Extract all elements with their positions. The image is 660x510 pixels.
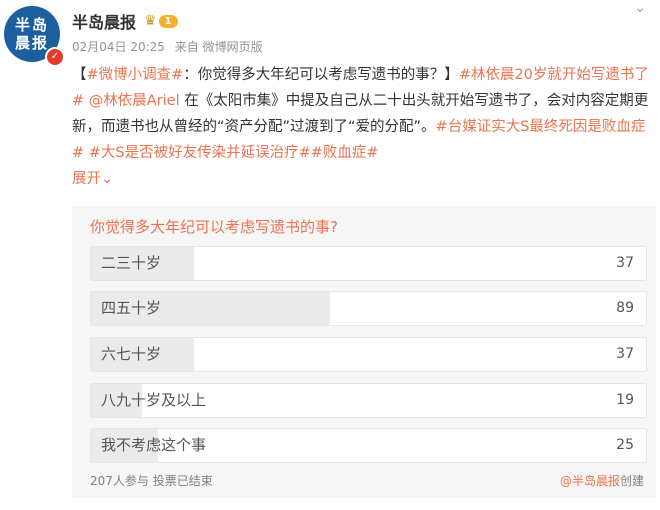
poll-option-count: 19 bbox=[616, 392, 634, 408]
hashtag-infection[interactable]: #大S是否被好友传染并延误治疗# bbox=[89, 145, 311, 161]
poll-option-label: 我不考虑这个事 bbox=[101, 436, 207, 454]
poll-option-label: 六七十岁 bbox=[101, 345, 162, 363]
mention-linyichen[interactable]: @林依晨Ariel bbox=[89, 93, 180, 109]
chevron-down-icon: ⌄ bbox=[101, 171, 114, 187]
expand-label: 展开 bbox=[72, 171, 101, 187]
author-row: 半岛晨报 ♛ 1 bbox=[72, 9, 178, 33]
poll-option-label: 八九十岁及以上 bbox=[101, 391, 207, 409]
poll-title: 你觉得多大年纪可以考虑写遗书的事? bbox=[90, 218, 338, 236]
crown-icon: ♛ bbox=[144, 13, 157, 29]
poll-option-count: 37 bbox=[616, 255, 634, 271]
poll-participants: 207人参与 bbox=[90, 474, 149, 488]
poll-status: 投票已结束 bbox=[152, 474, 213, 488]
poll-option-count: 25 bbox=[616, 437, 634, 453]
avatar-logo-text: 半岛晨报 bbox=[14, 16, 49, 52]
poll-option-label: 二三十岁 bbox=[101, 254, 162, 272]
expand-button[interactable]: 展开⌄ bbox=[72, 171, 113, 187]
content-question: ：你觉得多大年纪可以考虑写遗书的事？】 bbox=[183, 67, 459, 83]
hashtag-sepsis[interactable]: #败血症# bbox=[311, 145, 379, 161]
post-source: 来自 微博网页版 bbox=[174, 40, 263, 54]
poll-card: 你觉得多大年纪可以考虑写遗书的事? 二三十岁 37 四五十岁 89 六七十岁 3… bbox=[72, 206, 656, 498]
poll-creator-link[interactable]: @半岛晨报 bbox=[560, 474, 620, 488]
poll-option[interactable]: 六七十岁 37 bbox=[90, 337, 647, 372]
vip-badge[interactable]: ♛ 1 bbox=[144, 13, 178, 29]
hashtag-survey[interactable]: #微博小调查# bbox=[87, 67, 184, 83]
post-content: 【#微博小调查#：你觉得多大年纪可以考虑写遗书的事？】#林依晨20岁就开始写遗书… bbox=[72, 62, 654, 192]
poll-option-count: 37 bbox=[616, 346, 634, 362]
author-name[interactable]: 半岛晨报 bbox=[72, 9, 136, 33]
poll-option[interactable]: 我不考虑这个事 25 bbox=[90, 428, 647, 463]
post-time[interactable]: 02月04日 20:25 bbox=[72, 40, 165, 54]
poll-option-label: 四五十岁 bbox=[101, 299, 162, 317]
chevron-down-icon[interactable]: ⌄ bbox=[634, 0, 646, 16]
poll-option[interactable]: 二三十岁 37 bbox=[90, 246, 647, 281]
poll-creator: @半岛晨报创建 bbox=[560, 472, 644, 489]
poll-created-label: 创建 bbox=[619, 474, 644, 488]
poll-stats: 207人参与 投票已结束 bbox=[90, 472, 213, 489]
poll-option[interactable]: 四五十岁 89 bbox=[90, 291, 647, 326]
verified-badge-icon: ✓ bbox=[45, 47, 65, 67]
poll-option[interactable]: 八九十岁及以上 19 bbox=[90, 383, 647, 418]
post-meta: 02月04日 20:25 来自 微博网页版 bbox=[72, 38, 269, 55]
vip-level: 1 bbox=[158, 14, 178, 28]
content-bracket: 【 bbox=[72, 67, 87, 83]
poll-option-count: 89 bbox=[616, 300, 634, 316]
